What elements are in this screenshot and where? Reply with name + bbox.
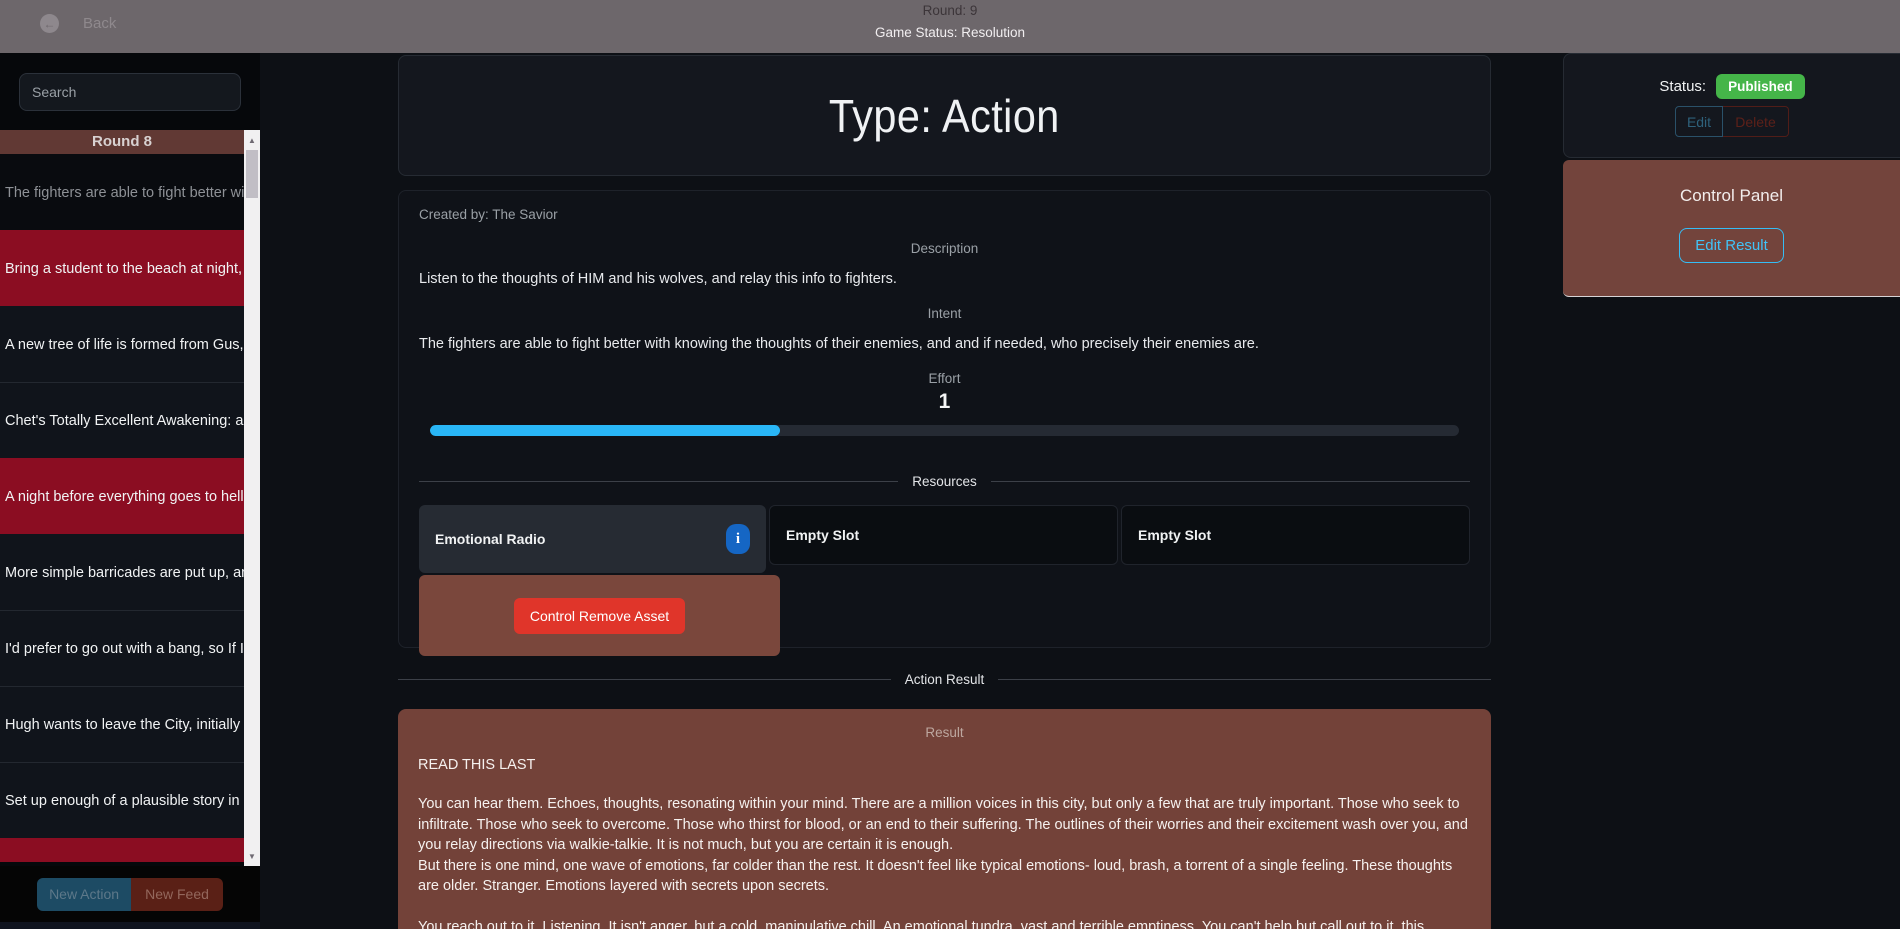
- status-badge: Published: [1716, 74, 1805, 99]
- resource-slot-filled[interactable]: Emotional Radio i: [419, 505, 766, 573]
- list-item[interactable]: A night before everything goes to hell,: [0, 458, 244, 534]
- scroll-down-icon[interactable]: ▼: [244, 848, 260, 864]
- list-item[interactable]: More simple barricades are put up, and: [0, 534, 244, 610]
- effort-label: Effort: [419, 371, 1470, 386]
- intent-text: The fighters are able to fight better wi…: [419, 336, 1470, 352]
- list-item-text: A night before everything goes to hell,: [5, 489, 244, 505]
- action-result-label: Action Result: [905, 672, 985, 687]
- remove-asset-button[interactable]: Control Remove Asset: [514, 598, 685, 634]
- sidebar-scrollbar[interactable]: ▲ ▼: [244, 130, 260, 866]
- effort-progress-fill: [430, 425, 780, 436]
- round-indicator: Round: 9: [0, 3, 1900, 18]
- new-feed-button[interactable]: New Feed: [131, 878, 223, 911]
- sidebar-footer: New Action New Feed: [0, 866, 260, 922]
- list-item-text: Hugh wants to leave the City, initially …: [5, 717, 244, 733]
- result-label: Result: [418, 725, 1471, 740]
- action-result-card: Result READ THIS LAST You can hear them.…: [398, 709, 1491, 929]
- result-heading: READ THIS LAST: [418, 757, 1471, 773]
- status-card: Status: Published Edit Delete: [1563, 53, 1900, 158]
- list-item[interactable]: Bring a student to the beach at night, a: [0, 230, 244, 306]
- effort-value: 1: [419, 390, 1470, 414]
- top-bar: ← Back Round: 9 Game Status: Resolution: [0, 0, 1900, 53]
- resource-slot-empty[interactable]: Empty Slot: [769, 505, 1118, 565]
- list-item-text: I'd prefer to go out with a bang, so If …: [5, 641, 244, 657]
- description-text: Listen to the thoughts of HIM and his wo…: [419, 271, 1470, 287]
- list-item[interactable]: Chet's Totally Excellent Awakening: a m: [0, 382, 244, 458]
- feed-scroll-region: Round 8 The fighters are able to fight b…: [0, 130, 260, 866]
- resources-divider: Resources: [419, 474, 1470, 489]
- round-header: Round 8: [0, 130, 244, 154]
- slot-label: Emotional Radio: [435, 531, 545, 547]
- edit-button[interactable]: Edit: [1675, 106, 1723, 137]
- search-input[interactable]: [19, 73, 241, 111]
- asset-control-panel: Control Remove Asset: [419, 575, 780, 656]
- resource-slots-row: Emotional Radio i Empty Slot Empty Slot: [419, 505, 1470, 573]
- action-details-card: Created by: The Savior Description Liste…: [398, 190, 1491, 648]
- status-label: Status:: [1659, 78, 1706, 95]
- slot-label: Empty Slot: [1138, 527, 1211, 543]
- list-item-text: More simple barricades are put up, and: [5, 565, 244, 581]
- list-item[interactable]: [0, 838, 244, 862]
- list-item-text: The fighters are able to fight better wi…: [5, 185, 244, 201]
- list-item[interactable]: Hugh wants to leave the City, initially …: [0, 686, 244, 762]
- scrollbar-thumb[interactable]: [246, 150, 258, 198]
- scroll-up-icon[interactable]: ▲: [244, 132, 260, 148]
- edit-result-button[interactable]: Edit Result: [1679, 228, 1784, 263]
- page-title: Type: Action: [829, 89, 1060, 143]
- search-wrap: [0, 53, 260, 129]
- effort-progress-bar: [430, 425, 1459, 436]
- list-item-text: Chet's Totally Excellent Awakening: a m: [5, 413, 244, 429]
- description-label: Description: [419, 241, 1470, 256]
- list-item[interactable]: A new tree of life is formed from Gus, e: [0, 306, 244, 382]
- sidebar-bottom-strip: [0, 922, 260, 929]
- action-result-divider: Action Result: [398, 672, 1491, 687]
- list-item[interactable]: Set up enough of a plausible story in D: [0, 762, 244, 838]
- slot-label: Empty Slot: [786, 527, 859, 543]
- list-item-text: Set up enough of a plausible story in D: [5, 793, 244, 809]
- new-action-button[interactable]: New Action: [37, 878, 131, 911]
- feed-list: The fighters are able to fight better wi…: [0, 154, 244, 862]
- control-panel-title: Control Panel: [1680, 186, 1783, 206]
- list-item-text: Bring a student to the beach at night, a: [5, 261, 244, 277]
- result-paragraph-1: You can hear them. Echoes, thoughts, res…: [418, 794, 1471, 897]
- list-item[interactable]: The fighters are able to fight better wi…: [0, 154, 244, 230]
- left-sidebar: Round 8 The fighters are able to fight b…: [0, 53, 260, 929]
- type-title-card: Type: Action: [398, 55, 1491, 176]
- resource-slot-empty[interactable]: Empty Slot: [1121, 505, 1470, 565]
- topbar-center: Round: 9 Game Status: Resolution: [0, 0, 1900, 40]
- list-item[interactable]: I'd prefer to go out with a bang, so If …: [0, 610, 244, 686]
- info-icon[interactable]: i: [726, 524, 750, 554]
- result-paragraph-2: You reach out to it. Listening. It isn't…: [418, 917, 1471, 929]
- status-row: Status: Published: [1659, 74, 1804, 99]
- game-status-indicator: Game Status: Resolution: [0, 25, 1900, 40]
- list-item-text: A new tree of life is formed from Gus, e: [5, 337, 244, 353]
- control-panel-card: Control Panel Edit Result: [1563, 160, 1900, 297]
- resources-label: Resources: [912, 474, 977, 489]
- delete-button[interactable]: Delete: [1723, 106, 1789, 137]
- created-by: Created by: The Savior: [419, 207, 1470, 222]
- edit-delete-group: Edit Delete: [1675, 106, 1789, 137]
- intent-label: Intent: [419, 306, 1470, 321]
